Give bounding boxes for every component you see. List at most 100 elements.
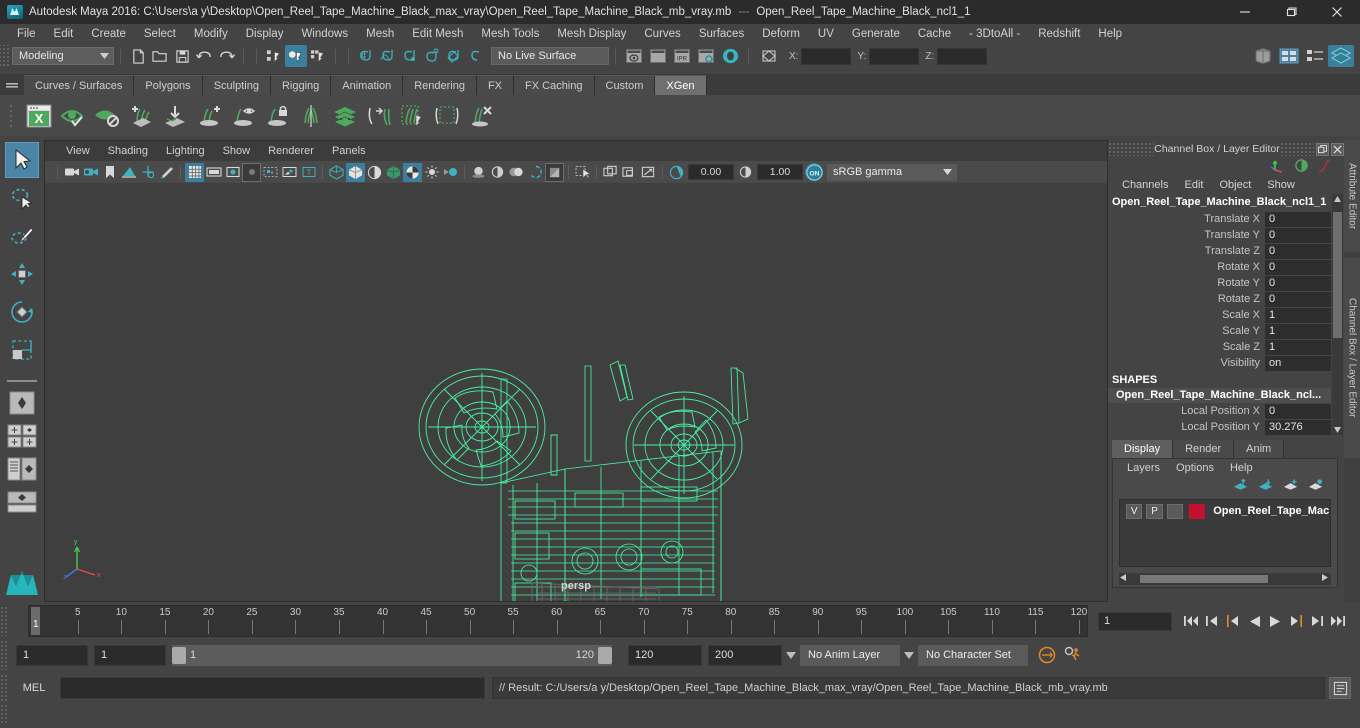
- viewport-menu-lighting[interactable]: Lighting: [157, 145, 214, 157]
- shape-node-name[interactable]: Open_Reel_Tape_Machine_Black_ncl...: [1108, 388, 1331, 403]
- outliner-persp-layout[interactable]: [4, 454, 40, 484]
- tab-display-layers[interactable]: Display: [1112, 440, 1174, 458]
- menu-file[interactable]: File: [8, 25, 45, 44]
- make-live-icon[interactable]: [465, 45, 487, 67]
- menu-edit[interactable]: Edit: [45, 25, 83, 44]
- shelf-tab-rigging[interactable]: Rigging: [270, 75, 332, 95]
- layers-options-menu[interactable]: Options: [1168, 462, 1222, 474]
- select-by-hierarchy-icon[interactable]: [263, 45, 285, 67]
- move-layer-down-icon[interactable]: [1258, 478, 1273, 494]
- display-render-stats-icon[interactable]: [1294, 158, 1309, 176]
- add-description-icon[interactable]: [124, 99, 158, 133]
- time-slider[interactable]: 5 10 15 20 25 30 35 40 45 50 55 60 65 70 75 80 85 90 95 100…: [28, 605, 1088, 637]
- layers-help-menu[interactable]: Help: [1222, 462, 1261, 474]
- mirror-guides-icon[interactable]: [294, 99, 328, 133]
- channel-row[interactable]: Translate X 0: [1108, 211, 1331, 227]
- tab-channel-box-layer-editor[interactable]: Channel Box / Layer Editor: [1344, 258, 1360, 458]
- convert-to-polygons-icon[interactable]: [362, 99, 396, 133]
- shelf-tab-rendering[interactable]: Rendering: [403, 75, 477, 95]
- channel-value[interactable]: 1: [1265, 323, 1331, 339]
- menu-3dtoall[interactable]: - 3DtoAll -: [960, 25, 1029, 44]
- minimize-icon[interactable]: [1222, 0, 1268, 24]
- channel-row[interactable]: Rotate Z 0: [1108, 291, 1331, 307]
- render-sequence-icon[interactable]: [646, 45, 670, 67]
- move-tool[interactable]: [5, 256, 39, 292]
- menu-help[interactable]: Help: [1089, 25, 1131, 44]
- xray-active-components-icon[interactable]: [639, 163, 658, 182]
- shelf-tab-xgen[interactable]: XGen: [655, 75, 707, 95]
- scroll-left-icon[interactable]: [1119, 573, 1128, 585]
- shelf-tab-sculpting[interactable]: Sculpting: [202, 75, 271, 95]
- layer-visibility-toggle[interactable]: V: [1126, 503, 1143, 519]
- anim-layer-chevron-icon[interactable]: [782, 645, 800, 666]
- layer-row[interactable]: V P Open_Reel_Tape_Machir: [1120, 500, 1330, 520]
- smooth-shade-all-icon[interactable]: [346, 162, 365, 182]
- tab-anim-layers[interactable]: Anim: [1234, 440, 1285, 458]
- select-camera-icon[interactable]: [62, 163, 81, 182]
- input-output-connections-icon[interactable]: [755, 45, 783, 67]
- step-back-keyframe-icon[interactable]: [1203, 611, 1221, 631]
- channel-value[interactable]: 0: [1265, 291, 1331, 307]
- scroll-up-icon[interactable]: [1333, 195, 1342, 204]
- help-line-grip[interactable]: [0, 704, 8, 724]
- channel-row[interactable]: Visibility on: [1108, 355, 1331, 371]
- shelf-grip[interactable]: [0, 95, 22, 136]
- move-layer-up-icon[interactable]: [1233, 477, 1248, 494]
- grease-pencil-icon[interactable]: [157, 163, 176, 182]
- play-forwards-icon[interactable]: [1266, 611, 1284, 631]
- channel-row[interactable]: Local Position X 0: [1108, 403, 1331, 419]
- guide-visibility-icon[interactable]: [226, 99, 260, 133]
- shelf-tab-polygons[interactable]: Polygons: [134, 75, 203, 95]
- layer-color-swatch[interactable]: [1189, 503, 1206, 519]
- viewport-menu-view[interactable]: View: [57, 145, 99, 157]
- channel-value[interactable]: 30.276: [1265, 419, 1331, 435]
- select-tool[interactable]: [5, 142, 39, 178]
- isolate-select-icon[interactable]: [573, 163, 592, 182]
- anim-start-time-field[interactable]: 1: [16, 644, 88, 666]
- tab-render-layers[interactable]: Render: [1173, 440, 1235, 458]
- show-hide-attribute-editor-icon[interactable]: [1276, 45, 1302, 67]
- menu-mesh-tools[interactable]: Mesh Tools: [472, 25, 548, 44]
- shelf-tab-fx[interactable]: FX: [476, 75, 515, 95]
- viewport-menu-renderer[interactable]: Renderer: [259, 145, 323, 157]
- delete-guide-icon[interactable]: [464, 99, 498, 133]
- color-profile-selector[interactable]: sRGB gamma: [827, 163, 957, 181]
- channel-box-scroll-thumb[interactable]: [1333, 212, 1342, 338]
- redo-icon[interactable]: [215, 45, 237, 67]
- undo-icon[interactable]: [193, 45, 215, 67]
- maximize-icon[interactable]: [1268, 0, 1314, 24]
- shelf-tab-animation[interactable]: Animation: [331, 75, 404, 95]
- preview-off-icon[interactable]: [90, 99, 124, 133]
- show-hide-channel-box-icon[interactable]: [1328, 45, 1354, 67]
- channel-row[interactable]: Rotate Y 0: [1108, 275, 1331, 291]
- scale-tool[interactable]: [5, 332, 39, 368]
- select-by-component-icon[interactable]: [307, 45, 329, 67]
- close-panel-icon[interactable]: [1331, 142, 1344, 156]
- gate-mask-icon[interactable]: [242, 162, 261, 182]
- xray-toggle-icon[interactable]: [601, 163, 620, 182]
- single-perspective-layout[interactable]: [4, 388, 40, 418]
- lasso-select-tool[interactable]: [5, 180, 39, 216]
- select-region-icon[interactable]: [396, 99, 430, 133]
- menu-mesh-display[interactable]: Mesh Display: [548, 25, 635, 44]
- rotate-tool[interactable]: [5, 294, 39, 330]
- grid-toggle-icon[interactable]: [185, 162, 204, 182]
- command-language-label[interactable]: MEL: [8, 682, 60, 694]
- paint-select-tool[interactable]: [5, 218, 39, 254]
- snap-to-point-icon[interactable]: [399, 45, 421, 67]
- channel-value[interactable]: 1: [1265, 307, 1331, 323]
- channel-row[interactable]: Rotate X 0: [1108, 259, 1331, 275]
- transform-gizmo-icon[interactable]: [1270, 158, 1286, 176]
- command-input[interactable]: [60, 677, 485, 699]
- channel-row[interactable]: Translate Y 0: [1108, 227, 1331, 243]
- render-settings-icon[interactable]: [694, 45, 718, 67]
- layer-playback-toggle[interactable]: P: [1146, 503, 1163, 519]
- menu-create[interactable]: Create: [82, 25, 135, 44]
- texture-shading-icon[interactable]: [384, 163, 403, 182]
- snap-to-view-plane-icon[interactable]: [443, 45, 465, 67]
- resolution-gate-icon[interactable]: [223, 163, 242, 182]
- range-slider-bar[interactable]: 1 120: [172, 644, 612, 666]
- channel-row[interactable]: Translate Z 0: [1108, 243, 1331, 259]
- menu-display[interactable]: Display: [237, 25, 293, 44]
- clip-region-icon[interactable]: [430, 99, 464, 133]
